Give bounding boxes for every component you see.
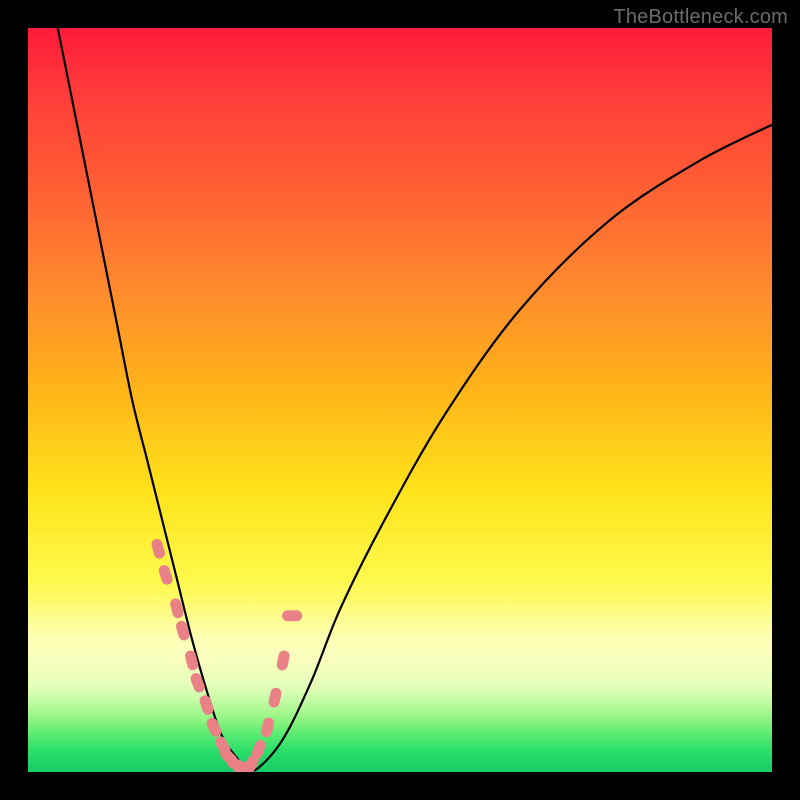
highlighted-points xyxy=(150,538,302,772)
curve-layer xyxy=(28,28,772,772)
marker-dot xyxy=(267,687,282,709)
marker-dot xyxy=(184,649,200,671)
watermark-text: TheBottleneck.com xyxy=(613,6,788,29)
bottleneck-curve xyxy=(58,28,772,772)
plot-area xyxy=(28,28,772,772)
marker-dot xyxy=(260,716,276,738)
marker-dot xyxy=(282,610,302,621)
marker-dot xyxy=(157,564,174,586)
marker-dot xyxy=(198,694,215,716)
chart-frame: TheBottleneck.com xyxy=(0,0,800,800)
marker-dot xyxy=(150,538,166,560)
marker-dot xyxy=(276,650,291,672)
